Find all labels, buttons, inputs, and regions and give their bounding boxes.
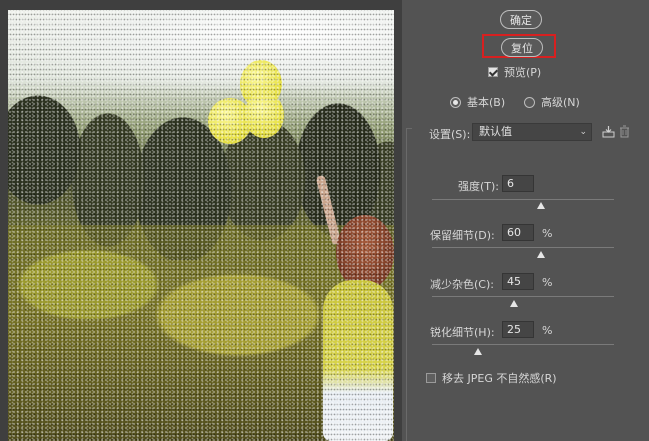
mode-basic-label: 基本(B) bbox=[467, 96, 506, 109]
ok-button[interactable]: 确定 bbox=[500, 10, 542, 29]
settings-value: 默认值 bbox=[479, 125, 512, 138]
reset-button[interactable]: 复位 bbox=[501, 38, 543, 57]
mode-advanced-radio[interactable] bbox=[524, 96, 535, 108]
mode-advanced-label: 高级(N) bbox=[541, 96, 580, 109]
strength-label: 强度(T): bbox=[458, 180, 500, 193]
preserve-details-slider-thumb[interactable] bbox=[537, 251, 546, 258]
settings-label: 设置(S): bbox=[429, 128, 471, 141]
preview-image[interactable] bbox=[8, 10, 394, 441]
preserve-details-slider-track[interactable] bbox=[432, 247, 614, 248]
preview-noise-overlay bbox=[8, 10, 394, 441]
mode-advanced-row[interactable]: 高级(N) bbox=[524, 95, 580, 109]
reduce-noise-panel: 确定 复位 预览(P) 基本(B) 高级(N) 设置(S): 默认值 ⌄ 强度(… bbox=[402, 0, 649, 441]
strength-input[interactable]: 6 bbox=[502, 175, 534, 192]
settings-select[interactable]: 默认值 ⌄ bbox=[472, 123, 592, 141]
preserve-details-input[interactable]: 60 bbox=[502, 224, 534, 241]
preview-checkbox-label: 预览(P) bbox=[504, 66, 542, 79]
preview-checkbox-row[interactable]: 预览(P) bbox=[488, 65, 541, 79]
strength-slider-track[interactable] bbox=[432, 199, 614, 200]
preview-area bbox=[0, 0, 402, 441]
strength-slider-thumb[interactable] bbox=[537, 202, 546, 209]
remove-jpeg-artifact-row[interactable]: 移去 JPEG 不自然感(R) bbox=[426, 371, 557, 385]
sharpen-details-input[interactable]: 25 bbox=[502, 321, 534, 338]
sharpen-details-label: 锐化细节(H): bbox=[430, 326, 495, 339]
mode-basic-radio[interactable] bbox=[450, 96, 461, 108]
reduce-color-noise-unit: % bbox=[542, 276, 553, 289]
mode-basic-row[interactable]: 基本(B) bbox=[450, 95, 505, 109]
trash-icon[interactable] bbox=[619, 125, 630, 138]
sharpen-details-unit: % bbox=[542, 324, 553, 337]
sharpen-details-slider-thumb[interactable] bbox=[473, 348, 482, 355]
reduce-color-noise-label: 减少杂色(C): bbox=[430, 278, 494, 291]
preview-checkbox[interactable] bbox=[488, 67, 498, 77]
group-border bbox=[406, 128, 412, 441]
save-settings-icon[interactable] bbox=[602, 125, 615, 138]
chevron-down-icon: ⌄ bbox=[579, 127, 587, 137]
remove-jpeg-artifact-checkbox[interactable] bbox=[426, 373, 436, 383]
preserve-details-label: 保留细节(D): bbox=[430, 229, 495, 242]
sharpen-details-slider-track[interactable] bbox=[432, 344, 614, 345]
remove-jpeg-artifact-label: 移去 JPEG 不自然感(R) bbox=[442, 372, 557, 385]
reduce-color-noise-slider-thumb[interactable] bbox=[509, 300, 518, 307]
reduce-color-noise-input[interactable]: 45 bbox=[502, 273, 534, 290]
preserve-details-unit: % bbox=[542, 227, 553, 240]
reduce-color-noise-slider-track[interactable] bbox=[432, 296, 614, 297]
